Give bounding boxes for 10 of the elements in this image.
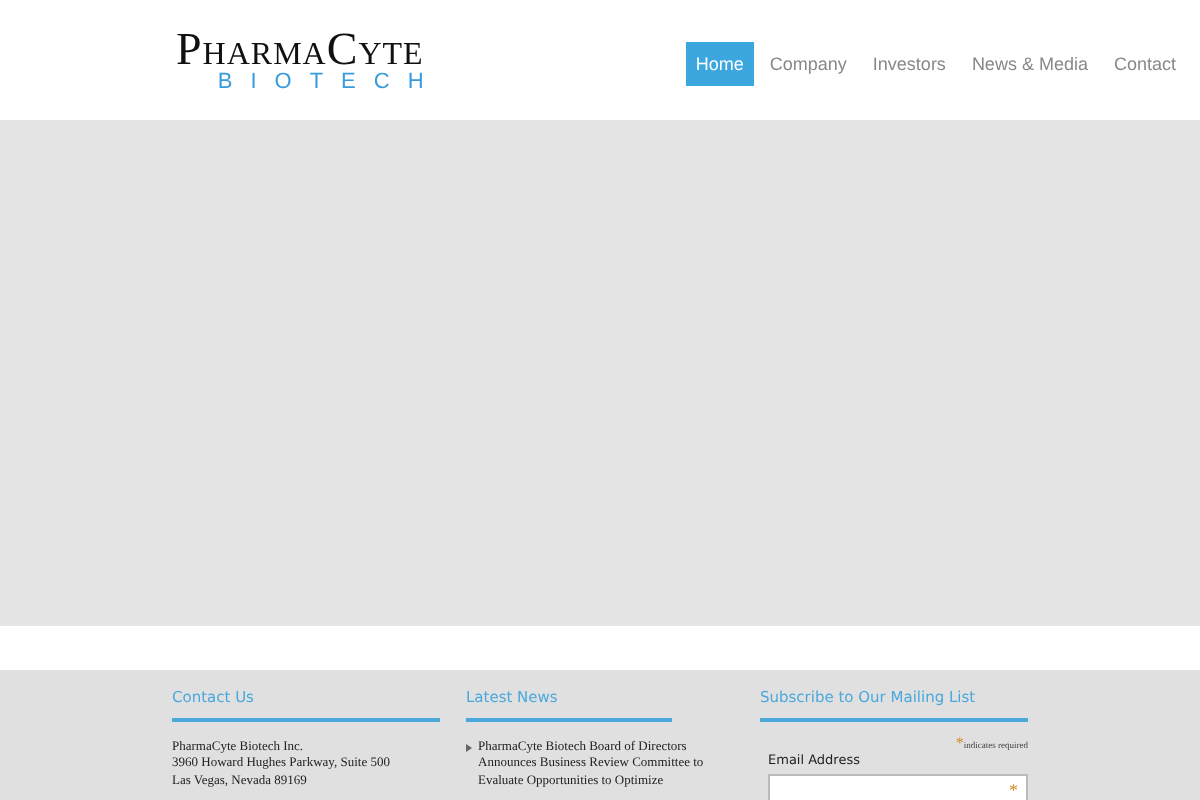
- company-logo[interactable]: PharmaCyte BIOTECH: [176, 26, 424, 94]
- email-field[interactable]: *: [768, 774, 1028, 800]
- required-mark: *: [1009, 780, 1018, 800]
- nav-link[interactable]: Company: [759, 41, 857, 85]
- nav-link[interactable]: Contact: [1103, 41, 1186, 85]
- required-mark: *: [955, 734, 964, 752]
- nav-link[interactable]: News & Media: [961, 41, 1098, 85]
- nav-link[interactable]: Home: [685, 41, 754, 85]
- nav-link[interactable]: Investors: [862, 41, 956, 85]
- bullet-icon: [466, 744, 472, 752]
